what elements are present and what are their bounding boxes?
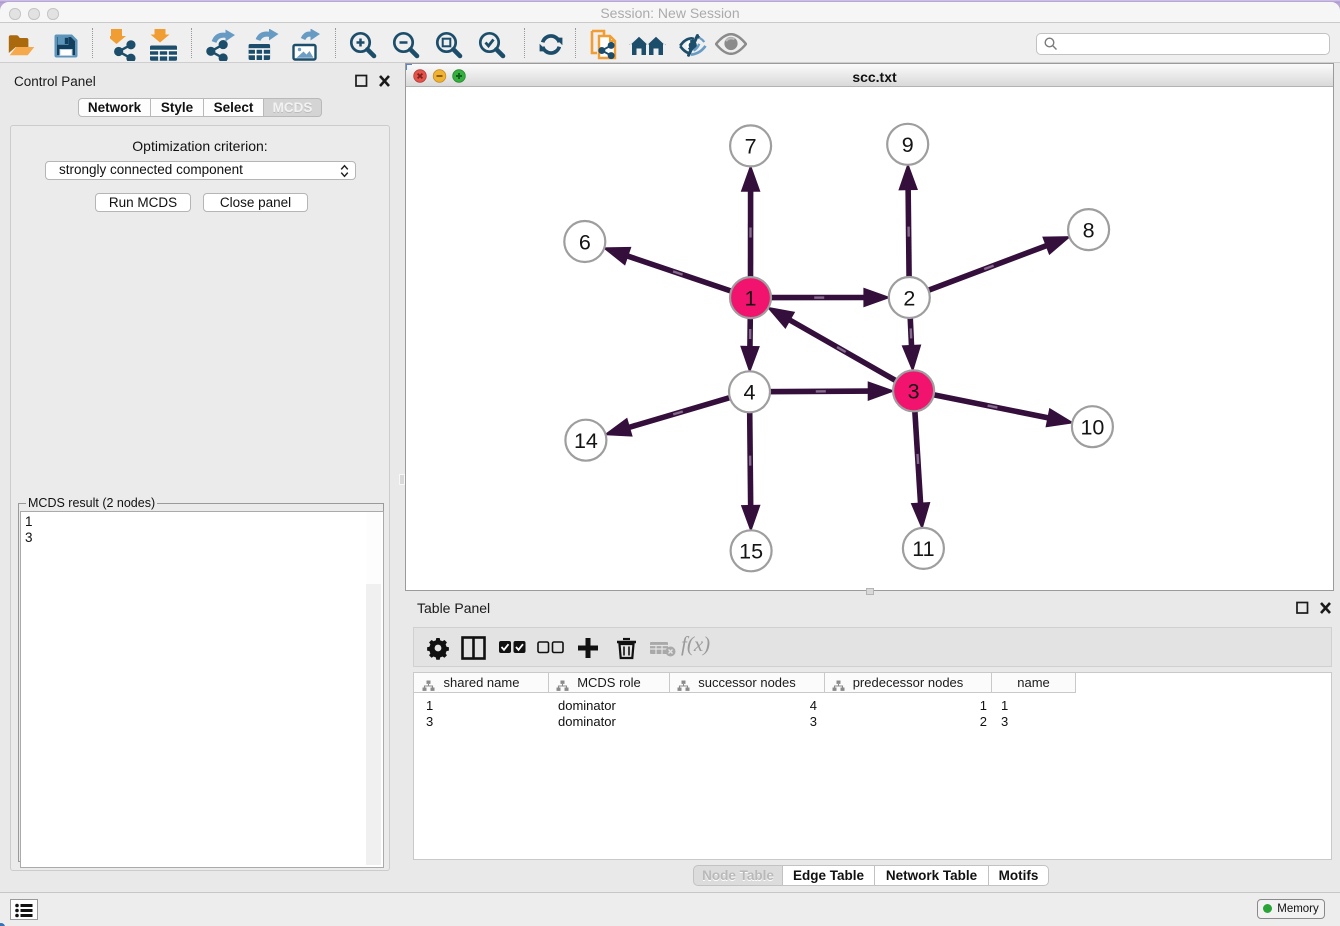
svg-text:15: 15: [739, 540, 763, 564]
svg-text:3: 3: [908, 380, 920, 404]
svg-text:1: 1: [745, 286, 757, 310]
svg-text:10: 10: [1080, 416, 1104, 440]
svg-text:7: 7: [745, 135, 757, 159]
svg-text:4: 4: [744, 381, 756, 405]
svg-text:2: 2: [903, 286, 915, 310]
svg-text:11: 11: [912, 537, 934, 561]
svg-text:6: 6: [579, 230, 591, 254]
svg-text:14: 14: [574, 429, 598, 453]
svg-text:9: 9: [902, 133, 914, 157]
svg-text:8: 8: [1083, 218, 1095, 242]
